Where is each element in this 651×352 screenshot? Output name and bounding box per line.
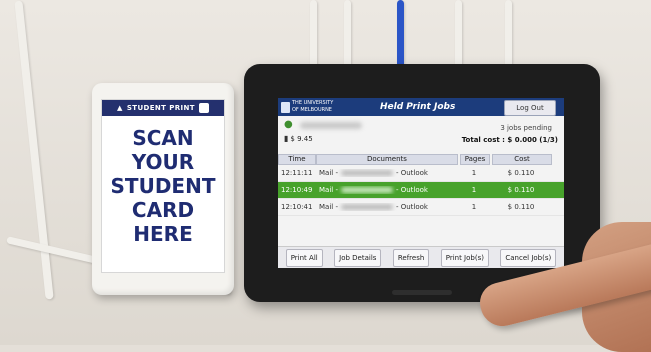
cable-top-4 [505, 0, 512, 70]
account-summary: ● ▮ $ 9.45 3 jobs pending Total cost : $… [278, 116, 564, 154]
job-row[interactable]: 12:11:11 Mail - - Outlook 1 $ 0.110 [278, 165, 564, 182]
scan-instruction-line: YOUR [131, 150, 195, 174]
column-header-documents[interactable]: Documents [316, 154, 458, 165]
column-header-time[interactable]: Time [278, 154, 316, 165]
column-header-cost[interactable]: Cost [492, 154, 552, 165]
university-crest-icon [281, 101, 290, 113]
redacted-subject [340, 204, 393, 210]
column-header-pages[interactable]: Pages [460, 154, 490, 165]
card-reader-brand: STUDENT PRINT [126, 104, 195, 112]
job-time: 12:10:49 [281, 186, 313, 194]
job-pages: 1 [471, 203, 477, 211]
warning-icon: ▲ [117, 104, 123, 112]
job-document: Mail - - Outlook [316, 169, 458, 177]
ethernet-cable [397, 0, 404, 70]
redacted-subject [340, 170, 393, 176]
scan-instruction-line: SCAN [132, 126, 194, 150]
print-all-button[interactable]: Print All [285, 248, 323, 267]
job-doc-suffix: - Outlook [395, 169, 428, 177]
university-name: THE UNIVERSITY OF MELBOURNE [292, 100, 334, 113]
tablet-bezel-logo [392, 290, 452, 295]
scan-instruction-line: CARD [131, 198, 195, 222]
cable-top-3 [455, 0, 462, 70]
job-cost: $ 0.110 [507, 169, 535, 177]
account-balance: $ 9.45 [290, 134, 313, 143]
job-cost: $ 0.110 [507, 186, 535, 194]
scan-instruction-line: HERE [133, 222, 193, 246]
job-time: 12:10:41 [281, 203, 313, 211]
redacted-subject [340, 187, 393, 193]
job-doc-suffix: - Outlook [395, 186, 428, 194]
print-kiosk-tablet: THE UNIVERSITY OF MELBOURNE Held Print J… [244, 64, 600, 302]
card-reader: ▲ STUDENT PRINT SCAN YOUR STUDENT CARD H… [92, 83, 234, 295]
job-pages: 1 [471, 169, 477, 177]
crest-icon [198, 103, 209, 113]
print-jobs-button[interactable]: Print Job(s) [440, 248, 489, 267]
job-document: Mail - - Outlook [316, 186, 458, 194]
total-cost: Total cost : $ 0.000 (1/3) [461, 136, 558, 144]
job-time: 12:11:11 [281, 169, 313, 177]
jobs-pending-count: 3 jobs pending [500, 124, 552, 132]
cable-top-2 [344, 0, 351, 70]
wallet-icon: ▮ [284, 134, 289, 143]
cable-top-1 [310, 0, 317, 70]
job-doc-prefix: Mail - [319, 186, 338, 194]
balance-row: ▮ $ 9.45 [284, 134, 313, 143]
jobs-table-header: Time Documents Pages Cost [278, 154, 564, 165]
card-reader-header: ▲ STUDENT PRINT [102, 100, 224, 116]
scan-instruction-line: STUDENT [110, 174, 216, 198]
job-doc-prefix: Mail - [319, 203, 338, 211]
cancel-jobs-button[interactable]: Cancel Job(s) [500, 248, 557, 267]
action-button-bar: Print All Job Details Refresh Print Job(… [278, 246, 564, 268]
job-row-selected[interactable]: 12:10:49 Mail - - Outlook 1 $ 0.110 [278, 182, 564, 199]
user-icon: ● [284, 119, 293, 130]
job-document: Mail - - Outlook [316, 203, 458, 211]
logout-button[interactable]: Log Out [504, 100, 556, 116]
job-row[interactable]: 12:10:41 Mail - - Outlook 1 $ 0.110 [278, 199, 564, 216]
kiosk-screen: THE UNIVERSITY OF MELBOURNE Held Print J… [278, 98, 564, 268]
job-cost: $ 0.110 [507, 203, 535, 211]
page-title: Held Print Jobs [380, 102, 456, 112]
job-pages: 1 [471, 186, 477, 194]
job-doc-suffix: - Outlook [395, 203, 428, 211]
title-bar: THE UNIVERSITY OF MELBOURNE Held Print J… [278, 98, 564, 116]
refresh-button[interactable]: Refresh [392, 248, 430, 267]
job-doc-prefix: Mail - [319, 169, 338, 177]
university-logo: THE UNIVERSITY OF MELBOURNE [278, 98, 340, 116]
username-redacted [300, 122, 362, 129]
job-details-button[interactable]: Job Details [334, 248, 382, 267]
card-reader-label: ▲ STUDENT PRINT SCAN YOUR STUDENT CARD H… [101, 99, 225, 273]
